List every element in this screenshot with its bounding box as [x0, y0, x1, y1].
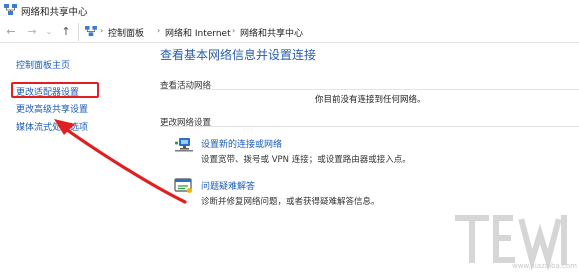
- up-arrow-icon[interactable]: ↑: [59, 25, 73, 39]
- window-title: 网络和共享中心: [21, 7, 88, 18]
- section-divider: [160, 89, 579, 90]
- address-bar[interactable]: › 控制面板 › 网络和 Internet › 网络和共享中心: [78, 23, 579, 41]
- navigation-bar: ← → ⌄ ↑ › 控制面板 › 网络和 Internet › 网络和共享中心: [0, 22, 579, 42]
- back-arrow-icon[interactable]: ←: [4, 25, 18, 39]
- setup-new-connection-link[interactable]: 设置新的连接或网络: [201, 137, 282, 150]
- troubleshoot-problems-link[interactable]: 问题疑难解答: [201, 179, 255, 192]
- breadcrumb-separator: ›: [232, 26, 236, 35]
- network-center-icon: [4, 4, 17, 15]
- troubleshoot-description: 诊断并修复网络问题，或者获得疑难解答信息。: [201, 197, 380, 207]
- network-center-icon: [85, 26, 97, 37]
- breadcrumb-separator: ›: [100, 26, 104, 35]
- page-title: 查看基本网络信息并设置连接: [160, 48, 317, 62]
- sidebar-item-change-advanced-sharing[interactable]: 更改高级共享设置: [16, 102, 88, 115]
- chevron-down-icon[interactable]: ⌄: [42, 25, 56, 39]
- forward-arrow-icon[interactable]: →: [25, 25, 39, 39]
- breadcrumb-separator: ›: [157, 26, 161, 35]
- setup-new-connection-description: 设置宽带、拨号或 VPN 连接；或设置路由器或接入点。: [201, 155, 411, 165]
- network-setup-icon: [175, 138, 193, 152]
- sidebar-item-media-streaming-options[interactable]: 媒体流式处理选项: [16, 120, 88, 133]
- section-divider: [160, 126, 579, 127]
- breadcrumb-control-panel[interactable]: 控制面板: [108, 26, 144, 39]
- troubleshoot-icon: [174, 178, 192, 193]
- breadcrumb-network-sharing-center[interactable]: 网络和共享中心: [240, 26, 303, 39]
- breadcrumb-network-internet[interactable]: 网络和 Internet: [165, 26, 231, 39]
- watermark-url: www.xiazaiba.com: [512, 262, 577, 270]
- sidebar-item-change-adapter-settings[interactable]: 更改适配器设置: [16, 85, 79, 98]
- nav-divider: [0, 42, 579, 43]
- no-network-status: 你目前没有连接到任何网络。: [315, 95, 426, 105]
- sidebar-item-control-panel-home[interactable]: 控制面板主页: [16, 58, 70, 71]
- title-bar: 网络和共享中心: [0, 0, 579, 22]
